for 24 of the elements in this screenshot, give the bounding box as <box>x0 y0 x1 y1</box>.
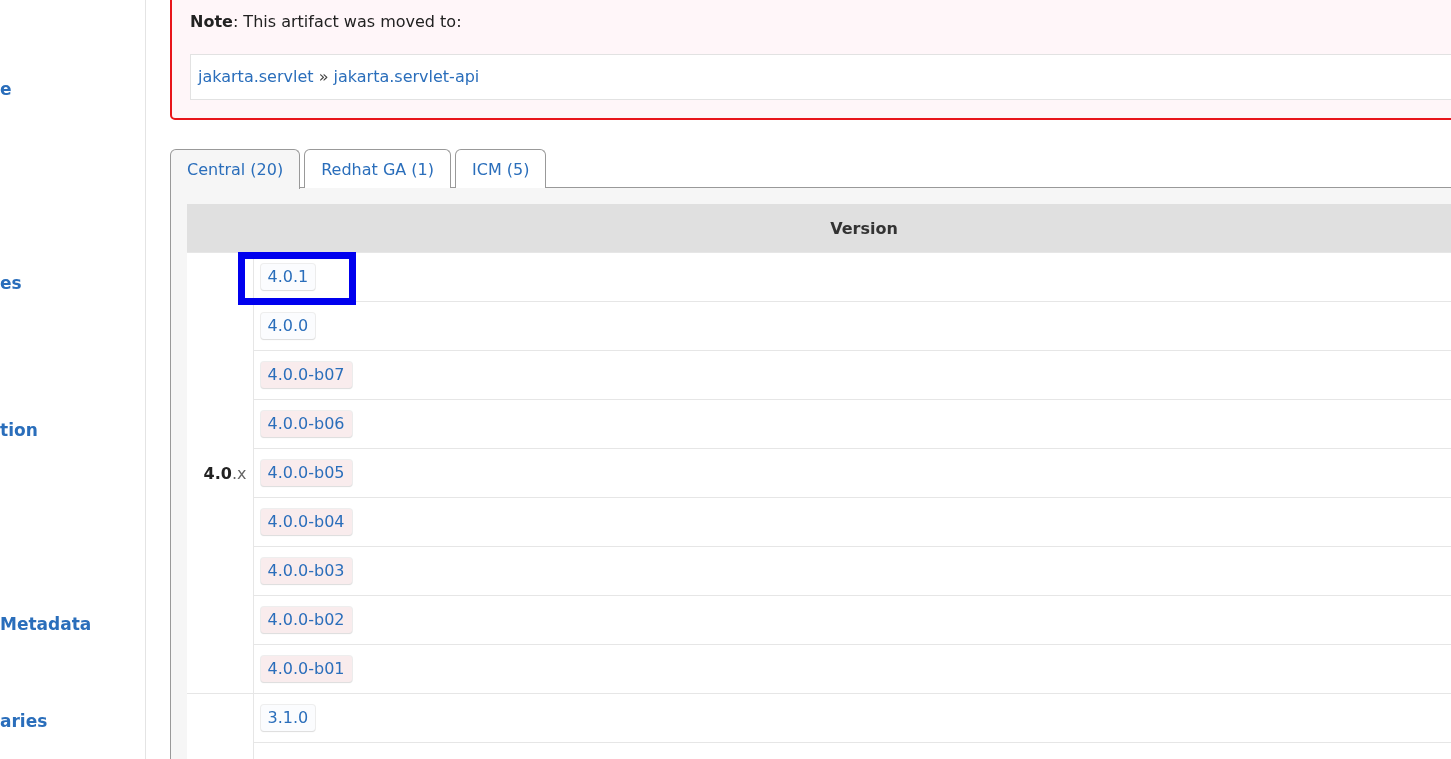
repository-tab[interactable]: Redhat GA (1) <box>304 149 451 188</box>
repository-tab[interactable]: Central (20) <box>170 149 301 189</box>
notice-text: Note: This artifact was moved to: <box>190 11 463 33</box>
sidebar-link[interactable]: Metadata <box>0 613 92 635</box>
artifact-link[interactable]: jakarta.servlet-api <box>333 67 480 86</box>
sidebar-link[interactable]: e <box>0 78 12 100</box>
repository-tab[interactable]: ICM (5) <box>455 149 547 188</box>
version-link[interactable]: 4.0.1 <box>260 264 316 290</box>
version-group-label: 4.0.x <box>203 463 247 483</box>
version-link[interactable]: 4.0.0-b03 <box>260 558 352 584</box>
version-link[interactable]: 4.0.0-b02 <box>260 607 352 633</box>
version-link[interactable]: 3.1.0 <box>260 705 316 731</box>
version-link[interactable]: 4.0.0-b07 <box>260 362 352 388</box>
version-link[interactable]: 4.0.0 <box>260 313 316 339</box>
version-link[interactable]: 4.0.0-b05 <box>260 460 352 486</box>
breadcrumb-separator: » <box>317 67 330 86</box>
sidebar-link[interactable]: tion <box>0 419 38 441</box>
artifact-link[interactable]: jakarta.servlet <box>198 67 314 86</box>
column-header: Version <box>187 204 1451 253</box>
version-link[interactable]: 4.0.0-b01 <box>260 656 352 682</box>
sidebar-link[interactable]: es <box>0 272 22 294</box>
version-link[interactable]: 4.0.0-b04 <box>260 509 352 535</box>
version-link[interactable]: 4.0.0-b06 <box>260 411 352 437</box>
sidebar-link[interactable]: aries <box>0 710 48 732</box>
